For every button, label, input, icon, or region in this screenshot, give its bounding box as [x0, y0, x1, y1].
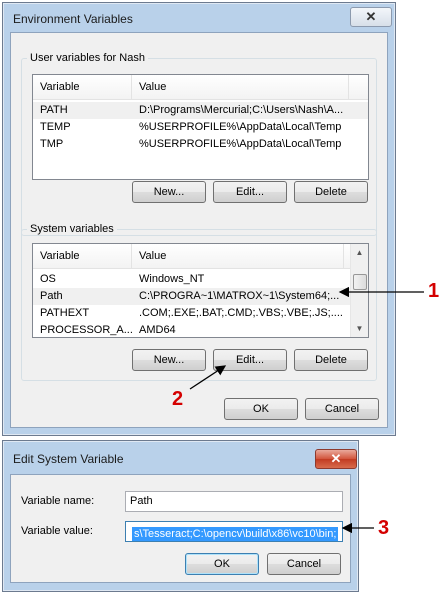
annotation-overlay: [189, 286, 424, 534]
callout-1: 1: [428, 280, 440, 302]
callout-3: 3: [378, 517, 390, 539]
callout-2: 2: [172, 388, 184, 410]
arrow-2: [189, 365, 227, 390]
